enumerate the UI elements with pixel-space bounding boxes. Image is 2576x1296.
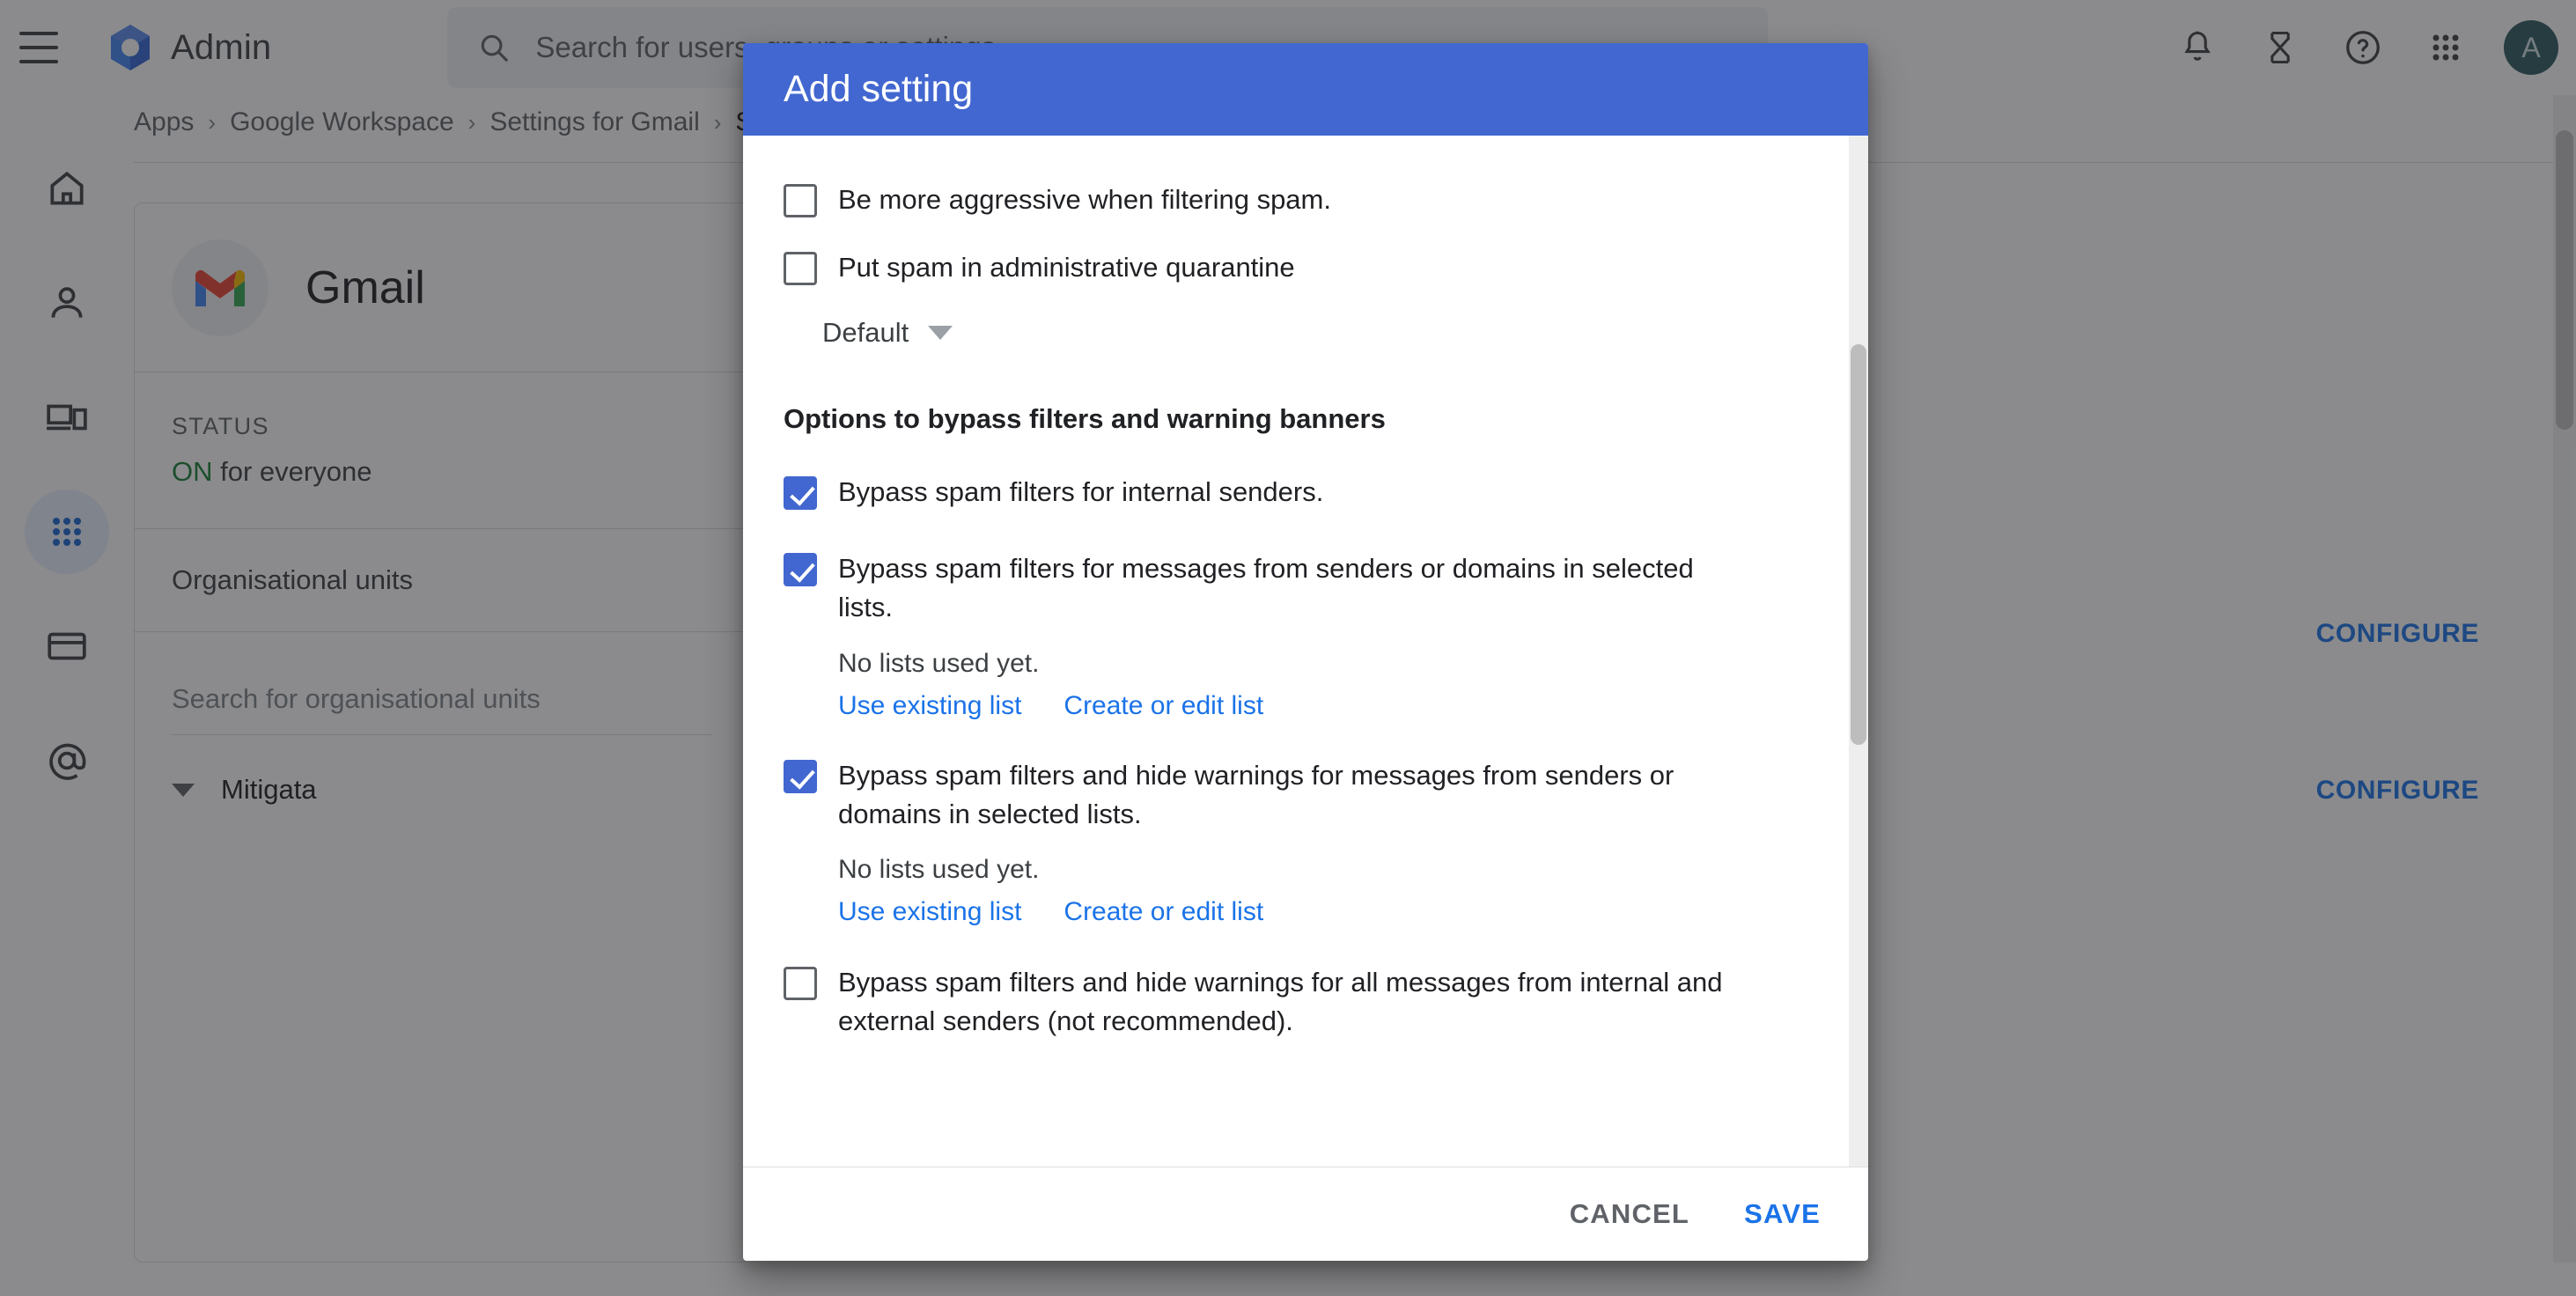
- dialog-header: Add setting: [743, 43, 1868, 136]
- checkbox-row-administrative-quarantine[interactable]: Put spam in administrative quarantine: [784, 248, 1828, 287]
- checkbox-bypass-internal-senders[interactable]: [784, 476, 817, 511]
- use-existing-list-link[interactable]: Use existing list: [838, 691, 1021, 721]
- create-or-edit-list-link[interactable]: Create or edit list: [1064, 691, 1263, 721]
- dialog-body: Be more aggressive when filtering spam. …: [743, 136, 1868, 1167]
- use-existing-list-link[interactable]: Use existing list: [838, 897, 1021, 927]
- dialog-scrollbar-thumb[interactable]: [1851, 344, 1866, 745]
- quarantine-select[interactable]: Default: [822, 317, 1828, 349]
- lists-empty-text: No lists used yet.: [838, 855, 1040, 885]
- cancel-button[interactable]: CANCEL: [1570, 1198, 1689, 1230]
- list-links-row: Use existing list Create or edit list: [838, 897, 1828, 927]
- save-button[interactable]: SAVE: [1744, 1198, 1821, 1230]
- checkbox-label-bypass-selected-lists: Bypass spam filters for messages from se…: [838, 553, 1694, 623]
- list-links-row: Use existing list Create or edit list: [838, 691, 1828, 721]
- checkbox-label-bypass-internal-senders: Bypass spam filters for internal senders…: [838, 476, 1324, 508]
- checkbox-bypass-hide-warnings-selected-lists[interactable]: [784, 760, 817, 794]
- bypass-section-title: Options to bypass filters and warning ba…: [784, 403, 1386, 435]
- checkbox-label-administrative-quarantine: Put spam in administrative quarantine: [838, 252, 1295, 284]
- checkbox-row-bypass-all-messages[interactable]: Bypass spam filters and hide warnings fo…: [784, 963, 1828, 1041]
- chevron-down-icon[interactable]: [928, 326, 953, 341]
- checkbox-row-aggressive-filtering[interactable]: Be more aggressive when filtering spam.: [784, 180, 1828, 219]
- add-setting-dialog: Add setting Be more aggressive when filt…: [743, 43, 1868, 1261]
- checkbox-row-bypass-hide-warnings-selected-lists[interactable]: Bypass spam filters and hide warnings fo…: [784, 756, 1828, 834]
- checkbox-label-bypass-hide-warnings-selected-lists: Bypass spam filters and hide warnings fo…: [838, 760, 1674, 830]
- checkbox-label-bypass-all-messages: Bypass spam filters and hide warnings fo…: [838, 967, 1723, 1037]
- create-or-edit-list-link[interactable]: Create or edit list: [1064, 897, 1263, 927]
- checkbox-label-aggressive-filtering: Be more aggressive when filtering spam.: [838, 184, 1331, 215]
- checkbox-aggressive-filtering[interactable]: [784, 184, 817, 217]
- checkbox-bypass-all-messages[interactable]: [784, 967, 817, 1001]
- checkbox-administrative-quarantine[interactable]: [784, 252, 817, 286]
- dialog-title: Add setting: [784, 68, 974, 110]
- quarantine-select-value: Default: [822, 317, 909, 349]
- checkbox-bypass-selected-lists[interactable]: [784, 553, 817, 587]
- lists-empty-text: No lists used yet.: [838, 649, 1040, 679]
- dialog-scrollbar[interactable]: [1849, 136, 1868, 1167]
- checkbox-row-bypass-selected-lists[interactable]: Bypass spam filters for messages from se…: [784, 549, 1828, 627]
- checkbox-row-bypass-internal-senders[interactable]: Bypass spam filters for internal senders…: [784, 473, 1828, 512]
- dialog-footer: CANCEL SAVE: [743, 1167, 1868, 1261]
